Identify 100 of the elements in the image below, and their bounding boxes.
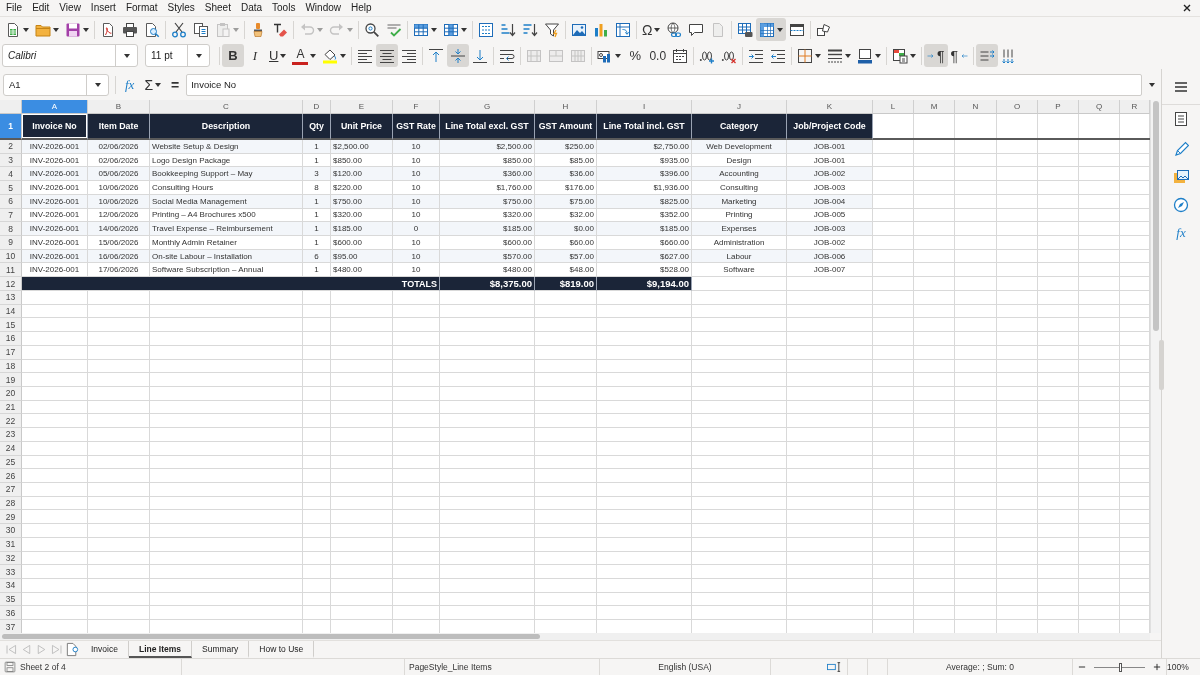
italic-button[interactable]: I	[244, 44, 266, 67]
caret-icon	[461, 27, 467, 32]
column-header[interactable]: M	[914, 100, 955, 114]
row-header[interactable]: 37	[0, 620, 22, 633]
row-header[interactable]: 30	[0, 524, 22, 538]
name-box[interactable]: A1	[3, 73, 109, 96]
text-horizontal-button[interactable]	[976, 44, 999, 67]
slider-thumb[interactable]	[1118, 662, 1122, 672]
menu-item[interactable]: Format	[120, 1, 163, 15]
magnifier-document-icon	[144, 21, 160, 38]
column-header[interactable]: D	[303, 100, 331, 114]
row-header[interactable]: 16	[0, 332, 22, 346]
plus-icon	[1152, 662, 1162, 672]
column-header[interactable]: N	[955, 100, 997, 114]
total-cell: $819.00	[535, 277, 597, 291]
column-header[interactable]: K	[787, 100, 873, 114]
font-size-box[interactable]: 11 pt	[145, 44, 210, 67]
zoom-in-button[interactable]	[1152, 662, 1162, 672]
column-header[interactable]: I	[597, 100, 692, 114]
freeze-button[interactable]	[756, 18, 787, 41]
align-center-button[interactable]	[376, 44, 399, 67]
right-to-left-button[interactable]: ¶	[947, 44, 972, 67]
font-color-button[interactable]: A	[289, 44, 320, 67]
column-header[interactable]: Q	[1079, 100, 1120, 114]
menu-item[interactable]: Window	[300, 1, 346, 15]
bold-button[interactable]: B	[222, 44, 244, 67]
sheet-tab[interactable]: Summary	[192, 641, 250, 658]
column-header[interactable]: O	[997, 100, 1038, 114]
column-header[interactable]: C	[150, 100, 303, 114]
menu-item[interactable]: Insert	[85, 1, 121, 15]
globe-link-icon	[666, 21, 683, 38]
header-cell: Item Date	[88, 114, 150, 140]
scrollbar-thumb[interactable]	[1153, 101, 1159, 331]
row-header[interactable]: 15	[0, 318, 22, 333]
menu-item[interactable]: Sheet	[199, 1, 236, 15]
column-header[interactable]: J	[692, 100, 787, 114]
row-header[interactable]: 19	[0, 373, 22, 387]
row-header[interactable]: 26	[0, 469, 22, 483]
caret-icon	[615, 53, 622, 58]
number-format-button[interactable]: 0.0	[646, 44, 670, 67]
row-header[interactable]: 5	[0, 181, 22, 195]
row-header[interactable]: 2	[0, 140, 22, 154]
caret-icon	[815, 53, 822, 58]
align-left-icon	[357, 47, 374, 64]
sheet-tab[interactable]: How to Use	[249, 641, 315, 658]
menu-item[interactable]: File	[1, 1, 28, 15]
menu-item[interactable]: Data	[235, 1, 268, 15]
column-header[interactable]: B	[88, 100, 150, 114]
table-cell: Accounting	[692, 167, 787, 182]
sum-button[interactable]: Σ	[141, 73, 165, 96]
row-header[interactable]: 34	[0, 579, 22, 593]
formula-button[interactable]: =	[168, 73, 183, 96]
total-cell: $8,375.00	[440, 277, 535, 291]
column-header[interactable]: F	[393, 100, 440, 114]
row-header[interactable]: 36	[0, 606, 22, 621]
column-header[interactable]: G	[440, 100, 535, 114]
menu-item[interactable]: Edit	[27, 1, 55, 15]
underline-button[interactable]: U	[266, 44, 290, 67]
caret-icon	[195, 53, 202, 58]
row-header[interactable]: 29	[0, 510, 22, 525]
row-header[interactable]: 9	[0, 236, 22, 250]
sort-descending-icon	[522, 21, 538, 38]
caret-icon	[53, 27, 59, 32]
row-header[interactable]: 22	[0, 414, 22, 429]
menu-item[interactable]: View	[54, 1, 86, 15]
formula-input[interactable]: Invoice No	[186, 73, 1142, 96]
undo-icon	[299, 21, 315, 38]
row-header[interactable]: 23	[0, 428, 22, 442]
sheet-tab[interactable]: Invoice	[81, 641, 129, 658]
row-header[interactable]: 33	[0, 565, 22, 579]
function-wizard-button[interactable]: fx	[122, 73, 138, 96]
borders-icon	[797, 47, 814, 64]
sheet-tab[interactable]: Line Items	[128, 641, 192, 658]
table-cell: Web Development	[692, 140, 787, 154]
font-name-box[interactable]: Calibri	[2, 44, 138, 67]
row-header[interactable]: 12	[0, 277, 22, 291]
column-header[interactable]: R	[1120, 100, 1150, 114]
table-cell: INV-2026-001	[22, 167, 88, 182]
functions-button[interactable]: fx	[1173, 222, 1189, 244]
add-sheet-button[interactable]	[64, 641, 81, 658]
column-header[interactable]: E	[331, 100, 393, 114]
row-header[interactable]: 4	[0, 167, 22, 182]
pen-icon	[1173, 141, 1189, 157]
menu-item[interactable]: Styles	[162, 1, 200, 15]
row-header[interactable]: 11	[0, 263, 22, 278]
percent-button[interactable]: %	[624, 44, 647, 67]
menu-item[interactable]: Help	[346, 1, 377, 15]
header-cell: Description	[150, 114, 303, 140]
row-header[interactable]: 8	[0, 222, 22, 237]
sidebar-handle[interactable]	[1159, 340, 1164, 390]
column-header[interactable]: P	[1038, 100, 1079, 114]
menu-item[interactable]: Tools	[267, 1, 301, 15]
scrollbar-thumb[interactable]	[2, 634, 540, 639]
column-header[interactable]: H	[535, 100, 597, 114]
special-character-button[interactable]: Ω	[639, 18, 664, 41]
merged-grid-icon	[548, 47, 565, 64]
shapes-icon	[816, 21, 833, 38]
column-header[interactable]: L	[873, 100, 914, 114]
left-to-right-button[interactable]: ¶	[924, 44, 948, 67]
swatch-bar-icon	[292, 62, 309, 65]
